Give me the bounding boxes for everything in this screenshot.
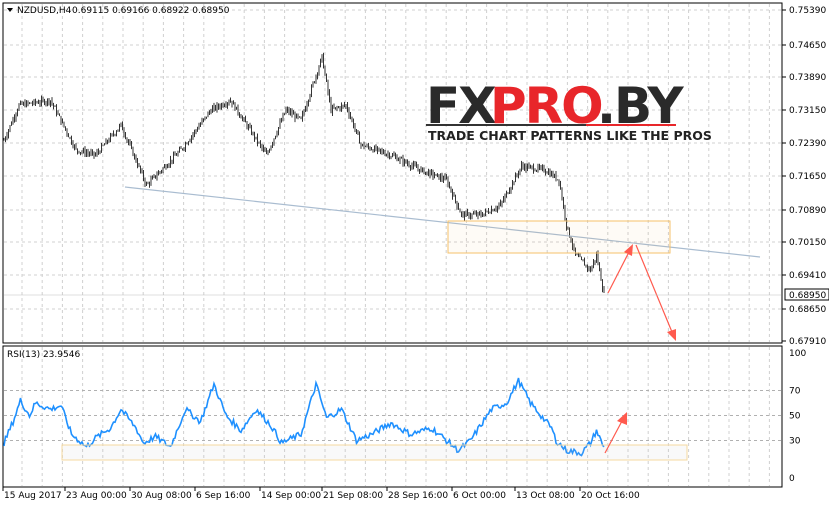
rsi-tick-label: 30 xyxy=(789,437,801,447)
price-tick-label: 0.74650 xyxy=(789,41,826,51)
rsi-series xyxy=(3,377,605,457)
current-price-label: 0.68950 xyxy=(789,291,826,301)
symbol-label: NZDUSD,H4 xyxy=(17,6,72,16)
time-tick-label: 23 Aug 00:00 xyxy=(66,491,127,501)
time-tick-label: 21 Sep 08:00 xyxy=(323,491,383,501)
price-tick-label: 0.67910 xyxy=(789,337,826,347)
time-tick-label: 6 Oct 00:00 xyxy=(453,491,506,501)
time-tick-label: 30 Aug 08:00 xyxy=(131,491,192,501)
price-tick-label: 0.73890 xyxy=(789,73,826,83)
price-tick-label: 0.71650 xyxy=(789,172,826,182)
rsi-tick-label: 50 xyxy=(789,412,801,422)
price-tick-label: 0.69410 xyxy=(789,271,826,281)
price-tick-label: 0.70890 xyxy=(789,206,826,216)
time-axis: 15 Aug 2017 23 Aug 00:00 30 Aug 08:00 6 Sep… xyxy=(2,487,640,501)
price-tick-label: 0.72390 xyxy=(789,139,826,149)
arrow-up-line xyxy=(607,251,630,294)
time-tick-label: 20 Oct 16:00 xyxy=(581,491,640,501)
rsi-tick-label: 0 xyxy=(789,474,795,484)
time-tick-label: 15 Aug 2017 xyxy=(4,491,62,501)
time-tick-label: 14 Sep 00:00 xyxy=(261,491,321,501)
price-tick-label: 0.68650 xyxy=(789,305,826,315)
logo-fx: FX xyxy=(426,77,496,135)
rsi-oversold-zone[interactable] xyxy=(61,444,688,461)
rsi-axis: 100 70 50 30 0 xyxy=(789,349,806,484)
price-tick-label: 0.73150 xyxy=(789,106,826,116)
price-axis: 0.75390 0.74650 0.73890 0.73150 0.72390 0.716… xyxy=(4,6,829,347)
price-tick-label: 0.70150 xyxy=(789,238,826,248)
ohlc-values: 0.69115 0.69166 0.68922 0.68950 xyxy=(72,6,230,16)
logo-underline xyxy=(426,124,586,126)
chart-window[interactable]: FX PRO .BY TRADE CHART PATTERNS LIKE THE… xyxy=(0,0,829,505)
logo-underline-red xyxy=(586,124,676,126)
logo-pro: PRO xyxy=(490,77,602,135)
time-tick-label: 28 Sep 16:00 xyxy=(388,491,448,501)
rsi-line xyxy=(3,377,605,457)
rsi-label: RSI(13) 23.9546 xyxy=(7,350,80,360)
arrow-down-line xyxy=(635,244,673,333)
rsi-panel-border xyxy=(2,345,783,488)
rsi-tick-label: 100 xyxy=(789,349,806,359)
rsi-tick-label: 70 xyxy=(789,387,801,397)
price-tick-label: 0.75390 xyxy=(789,6,826,16)
main-panel-border xyxy=(2,2,783,344)
time-tick-label: 6 Sep 16:00 xyxy=(196,491,251,501)
time-tick-label: 13 Oct 08:00 xyxy=(516,491,575,501)
logo-tagline: TRADE CHART PATTERNS LIKE THE PROS xyxy=(428,128,712,143)
rsi-arrow-up-icon xyxy=(617,412,627,425)
logo-by: .BY xyxy=(597,77,684,135)
logo: FX PRO .BY TRADE CHART PATTERNS LIKE THE… xyxy=(426,77,712,143)
